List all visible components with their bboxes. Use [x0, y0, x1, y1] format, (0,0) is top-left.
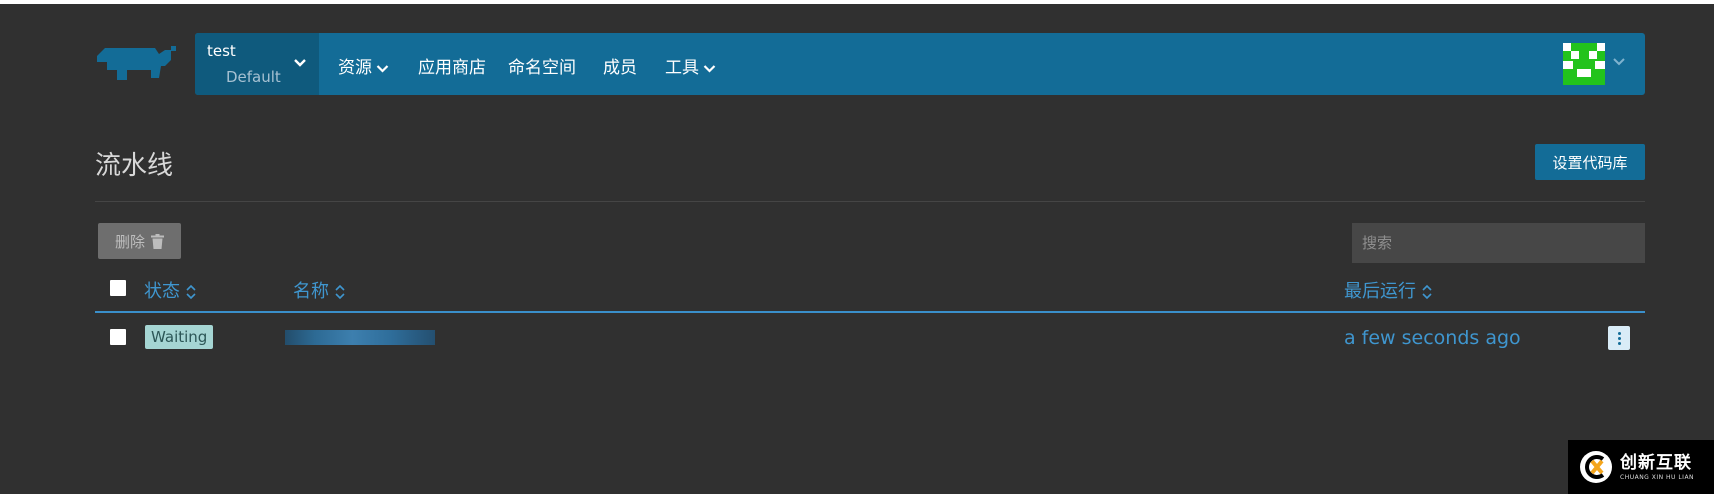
nav-item-members-label: 成员: [603, 58, 637, 78]
nav-item-namespaces-label: 命名空间: [508, 58, 576, 78]
nav-item-app-store-label: 应用商店: [418, 58, 486, 78]
header-divider: [95, 201, 1645, 202]
chevron-down-icon: [376, 64, 389, 73]
nav-item-members[interactable]: 成员: [603, 53, 637, 78]
sort-icon: [335, 284, 345, 300]
top-strip: [0, 0, 1714, 4]
watermark-subtext: CHUANG XIN HU LIAN: [1620, 473, 1695, 481]
chevron-down-icon: [294, 59, 306, 67]
watermark: 创新互联 CHUANG XIN HU LIAN: [1568, 440, 1714, 494]
rancher-logo-icon[interactable]: [93, 44, 181, 86]
nav-item-app-store[interactable]: 应用商店: [418, 53, 486, 78]
watermark-text: 创新互联: [1620, 452, 1692, 473]
nav-item-tools[interactable]: 工具: [665, 53, 716, 78]
pipeline-name-redacted[interactable]: [285, 330, 435, 345]
top-navbar: test Default 资源 应用商店 命名空间 成员 工具: [195, 33, 1645, 95]
column-header-status[interactable]: 状态: [144, 277, 196, 303]
column-header-name-label: 名称: [293, 281, 329, 302]
status-badge: Waiting: [145, 325, 214, 349]
search-input[interactable]: [1352, 223, 1645, 263]
select-all-checkbox[interactable]: [110, 280, 126, 296]
nav-item-resources[interactable]: 资源: [338, 53, 389, 78]
nav-item-namespaces[interactable]: 命名空间: [508, 53, 576, 78]
project-name: test: [207, 42, 236, 60]
column-header-last-run[interactable]: 最后运行: [1344, 277, 1432, 303]
setup-repositories-button[interactable]: 设置代码库: [1535, 144, 1645, 180]
page-title: 流水线: [95, 151, 174, 181]
delete-button-label: 删除: [114, 232, 145, 251]
sort-icon: [1422, 284, 1432, 300]
nav-item-resources-label: 资源: [338, 58, 372, 78]
nav-item-tools-label: 工具: [665, 58, 699, 78]
table-header-underline: [95, 311, 1645, 313]
last-run-time: a few seconds ago: [1344, 327, 1521, 349]
row-checkbox[interactable]: [110, 329, 126, 345]
column-header-name[interactable]: 名称: [293, 277, 345, 303]
user-avatar-icon[interactable]: [1563, 43, 1605, 85]
trash-icon: [151, 233, 164, 249]
column-header-last-run-label: 最后运行: [1344, 281, 1416, 302]
delete-button[interactable]: 删除: [98, 223, 181, 259]
namespace-name: Default: [226, 68, 281, 86]
sort-icon: [186, 284, 196, 300]
project-switcher[interactable]: test Default: [195, 33, 319, 95]
chevron-down-icon: [703, 64, 716, 73]
chevron-down-icon[interactable]: [1612, 57, 1626, 67]
kebab-menu-icon[interactable]: [1608, 326, 1630, 350]
column-header-status-label: 状态: [144, 281, 180, 302]
watermark-logo-icon: [1580, 451, 1612, 483]
